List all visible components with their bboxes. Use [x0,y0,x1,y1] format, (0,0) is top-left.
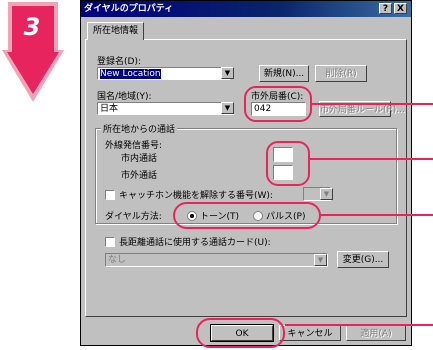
location-name-dropdown-icon[interactable]: ▼ [221,67,234,79]
calling-card-checkbox[interactable] [105,237,115,247]
dial-method-label: ダイヤル方法: [105,212,162,222]
call-waiting-dropdown-icon[interactable]: ▼ [320,188,333,200]
location-name-select[interactable]: New Location [97,67,230,80]
calling-card-select[interactable]: なし [105,253,328,267]
new-location-button[interactable]: 新規(N)... [259,65,309,82]
apply-button[interactable]: 適用(A) [346,325,406,341]
calling-card-label: 長距離通話に使用する通話カード(U): [119,238,271,248]
long-distance-label: 市外通話 [121,171,158,181]
title-bar: ダイヤルのプロパティ ? X [81,1,411,17]
area-code-callout [244,86,312,122]
dial-method-callout [173,202,321,229]
dial-method-callout-line [321,214,433,216]
tab-location-info[interactable]: 所在地情報 [87,22,145,40]
dialing-group-title: 所在地からの通話 [101,122,178,135]
calling-card-dropdown-icon[interactable]: ▼ [314,254,327,266]
close-button[interactable]: X [394,3,407,14]
location-name-label: 登録名(D): [97,57,141,67]
prefix-callout-line [310,158,433,160]
help-button[interactable]: ? [379,3,392,14]
local-call-label: 市内通話 [121,154,158,164]
dial-properties-dialog: ダイヤルのプロパティ ? X 所在地情報 登録名(D): New Locatio… [80,0,412,346]
country-dropdown-icon[interactable]: ▼ [221,102,234,114]
location-name-value: New Location [100,69,161,79]
country-value: 日本 [100,104,119,114]
ok-callout-line [285,324,433,326]
outside-line-label: 外線発信番号: [105,141,163,151]
call-waiting-checkbox[interactable] [105,190,115,200]
prefix-callout [266,141,310,186]
cancel-button[interactable]: キャンセル [279,325,341,341]
country-label: 国名/地域(Y): [97,92,152,102]
country-select[interactable]: 日本 [97,102,234,115]
window-title: ダイヤルのプロパティ [84,4,174,14]
ok-callout [196,318,285,348]
delete-location-button[interactable]: 削除(R) [315,65,367,82]
area-code-callout-line [312,103,433,105]
step-number: 3 [23,13,41,41]
change-card-button[interactable]: 変更(G)... [337,251,389,268]
call-waiting-label: キャッチホン機能を解除する番号(W): [119,191,273,201]
